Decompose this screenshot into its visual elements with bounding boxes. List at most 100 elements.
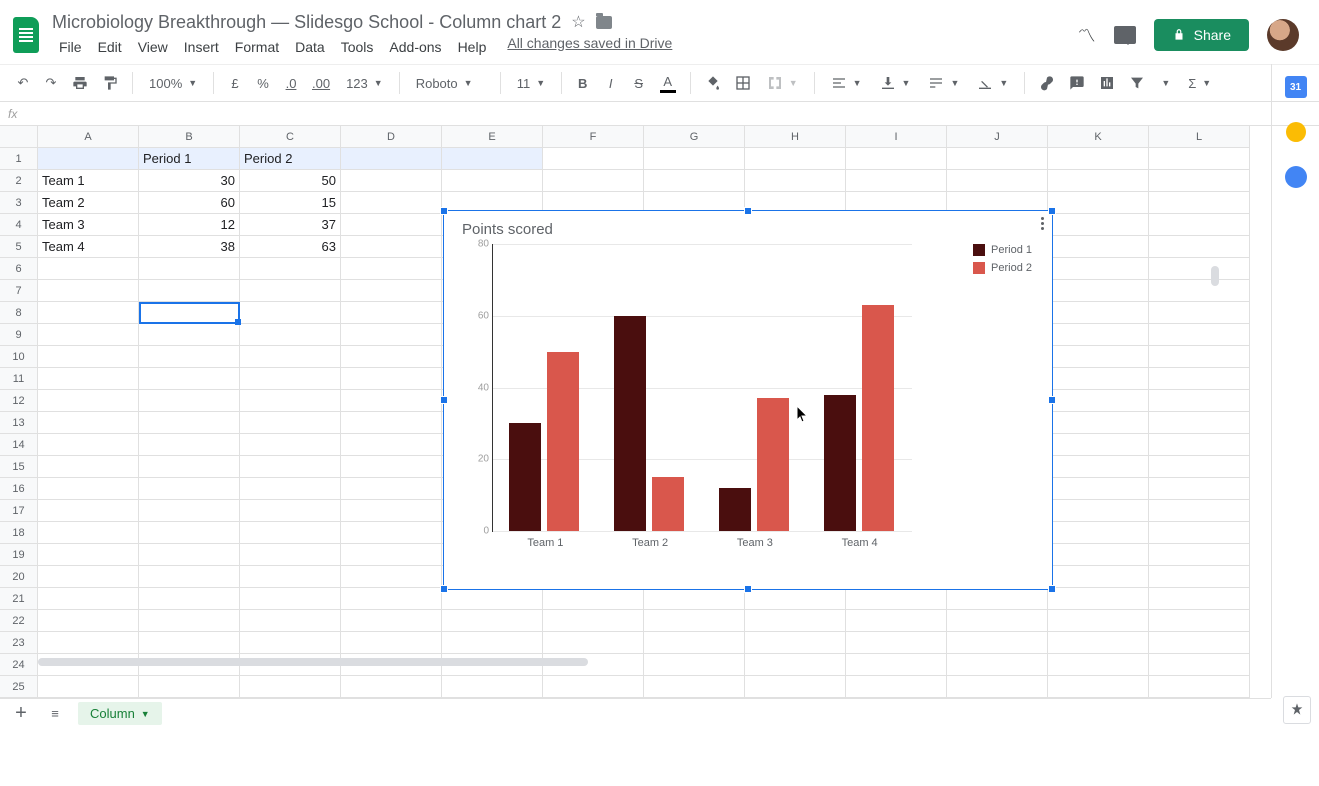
text-color-button[interactable]: A (656, 70, 680, 96)
bar-Team 3-Period 2[interactable] (757, 398, 789, 531)
cell-K22[interactable] (1048, 610, 1149, 632)
cell-A19[interactable] (38, 544, 139, 566)
cell-B15[interactable] (139, 456, 240, 478)
cell-I22[interactable] (846, 610, 947, 632)
cell-D25[interactable] (341, 676, 442, 698)
cell-B3[interactable]: 60 (139, 192, 240, 214)
cell-A6[interactable] (38, 258, 139, 280)
functions-dropdown[interactable]: Σ▼ (1182, 76, 1217, 91)
row-header-17[interactable]: 17 (0, 500, 38, 522)
cell-B9[interactable] (139, 324, 240, 346)
row-header-12[interactable]: 12 (0, 390, 38, 412)
cell-C13[interactable] (240, 412, 341, 434)
cell-A15[interactable] (38, 456, 139, 478)
bar-Team 1-Period 1[interactable] (509, 423, 541, 531)
cell-B1[interactable]: Period 1 (139, 148, 240, 170)
row-header-23[interactable]: 23 (0, 632, 38, 654)
bar-Team 4-Period 2[interactable] (862, 305, 894, 531)
more-formats-dropdown[interactable]: 123▼ (340, 76, 389, 91)
row-header-10[interactable]: 10 (0, 346, 38, 368)
zoom-dropdown[interactable]: 100%▼ (143, 76, 203, 91)
row-header-3[interactable]: 3 (0, 192, 38, 214)
row-header-20[interactable]: 20 (0, 566, 38, 588)
cell-J21[interactable] (947, 588, 1048, 610)
cell-C4[interactable]: 37 (240, 214, 341, 236)
save-status[interactable]: All changes saved in Drive (507, 35, 672, 59)
cell-A20[interactable] (38, 566, 139, 588)
format-currency-button[interactable]: £ (224, 70, 246, 96)
cell-G2[interactable] (644, 170, 745, 192)
cell-J1[interactable] (947, 148, 1048, 170)
star-icon[interactable]: ☆ (571, 12, 585, 32)
resize-handle-sw[interactable] (440, 585, 448, 593)
cell-B18[interactable] (139, 522, 240, 544)
cell-L14[interactable] (1149, 434, 1250, 456)
cell-K17[interactable] (1048, 500, 1149, 522)
cell-A4[interactable]: Team 3 (38, 214, 139, 236)
cell-A9[interactable] (38, 324, 139, 346)
cell-L3[interactable] (1149, 192, 1250, 214)
cell-C2[interactable]: 50 (240, 170, 341, 192)
bar-Team 4-Period 1[interactable] (824, 395, 856, 531)
row-header-25[interactable]: 25 (0, 676, 38, 698)
cell-C15[interactable] (240, 456, 341, 478)
cell-L13[interactable] (1149, 412, 1250, 434)
row-header-1[interactable]: 1 (0, 148, 38, 170)
cell-L23[interactable] (1149, 632, 1250, 654)
cell-A10[interactable] (38, 346, 139, 368)
bar-Team 2-Period 2[interactable] (652, 477, 684, 531)
cell-L1[interactable] (1149, 148, 1250, 170)
resize-handle-s[interactable] (744, 585, 752, 593)
borders-button[interactable] (731, 70, 755, 96)
cell-K8[interactable] (1048, 302, 1149, 324)
cell-L4[interactable] (1149, 214, 1250, 236)
col-header-H[interactable]: H (745, 126, 846, 148)
italic-button[interactable]: I (600, 70, 622, 96)
add-sheet-button[interactable]: + (10, 701, 32, 727)
cell-D10[interactable] (341, 346, 442, 368)
cell-A14[interactable] (38, 434, 139, 456)
cell-C12[interactable] (240, 390, 341, 412)
cell-K13[interactable] (1048, 412, 1149, 434)
cell-L19[interactable] (1149, 544, 1250, 566)
cell-A22[interactable] (38, 610, 139, 632)
cell-F22[interactable] (543, 610, 644, 632)
decrease-decimal-button[interactable]: .0 (280, 70, 302, 96)
row-header-15[interactable]: 15 (0, 456, 38, 478)
cell-J23[interactable] (947, 632, 1048, 654)
cell-L6[interactable] (1149, 258, 1250, 280)
cell-G21[interactable] (644, 588, 745, 610)
cell-D17[interactable] (341, 500, 442, 522)
cell-E23[interactable] (442, 632, 543, 654)
cell-D1[interactable] (341, 148, 442, 170)
cell-L9[interactable] (1149, 324, 1250, 346)
cell-K1[interactable] (1048, 148, 1149, 170)
cell-K7[interactable] (1048, 280, 1149, 302)
cell-C8[interactable] (240, 302, 341, 324)
cell-C18[interactable] (240, 522, 341, 544)
resize-handle-e[interactable] (1048, 396, 1056, 404)
cell-H2[interactable] (745, 170, 846, 192)
cell-L8[interactable] (1149, 302, 1250, 324)
cell-H21[interactable] (745, 588, 846, 610)
menu-file[interactable]: File (52, 35, 89, 59)
increase-decimal-button[interactable]: .00 (308, 70, 334, 96)
resize-handle-nw[interactable] (440, 207, 448, 215)
cell-B6[interactable] (139, 258, 240, 280)
cell-D3[interactable] (341, 192, 442, 214)
h-align-dropdown[interactable]: ▼ (825, 75, 868, 91)
embedded-chart[interactable]: Points scored 020406080Team 1Team 2Team … (443, 210, 1053, 590)
menu-edit[interactable]: Edit (91, 35, 129, 59)
col-header-C[interactable]: C (240, 126, 341, 148)
cell-D20[interactable] (341, 566, 442, 588)
cell-C5[interactable]: 63 (240, 236, 341, 258)
cell-A21[interactable] (38, 588, 139, 610)
cell-E2[interactable] (442, 170, 543, 192)
explore-button[interactable] (1283, 696, 1311, 724)
rotate-dropdown[interactable]: ▼ (971, 75, 1014, 91)
cell-B25[interactable] (139, 676, 240, 698)
all-sheets-button[interactable]: ≡ (44, 701, 66, 727)
cell-K18[interactable] (1048, 522, 1149, 544)
cell-C10[interactable] (240, 346, 341, 368)
cell-D12[interactable] (341, 390, 442, 412)
